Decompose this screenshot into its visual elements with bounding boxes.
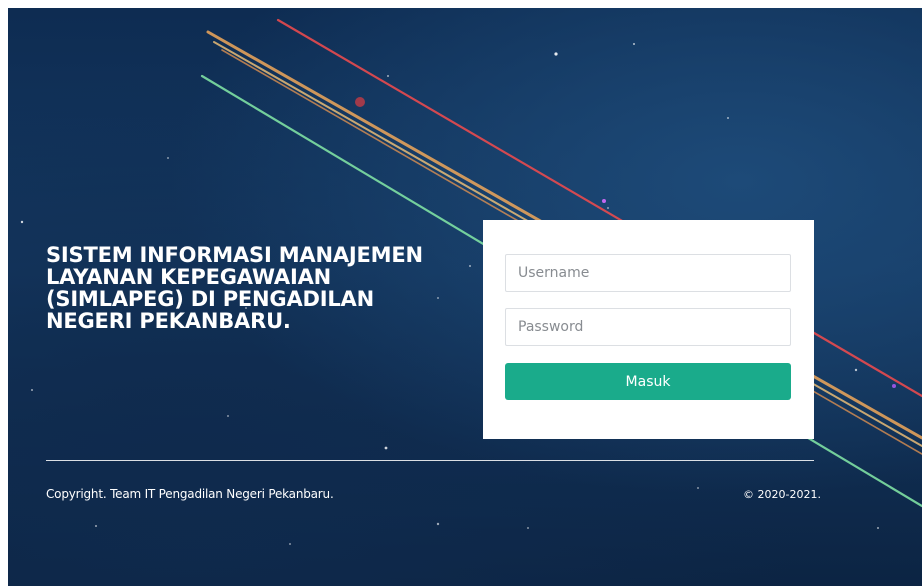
page: SISTEM INFORMASI MANAJEMEN LAYANAN KEPEG…: [0, 0, 922, 586]
copyright-text: Copyright. Team IT Pengadilan Negeri Pek…: [46, 487, 334, 501]
login-button[interactable]: Masuk: [505, 363, 791, 400]
username-input[interactable]: [505, 254, 791, 292]
login-form: Masuk: [483, 220, 814, 439]
copyright-year: © 2020-2021.: [743, 488, 821, 501]
footer-divider: [46, 460, 814, 461]
password-input[interactable]: [505, 308, 791, 346]
page-title: SISTEM INFORMASI MANAJEMEN LAYANAN KEPEG…: [46, 243, 423, 333]
